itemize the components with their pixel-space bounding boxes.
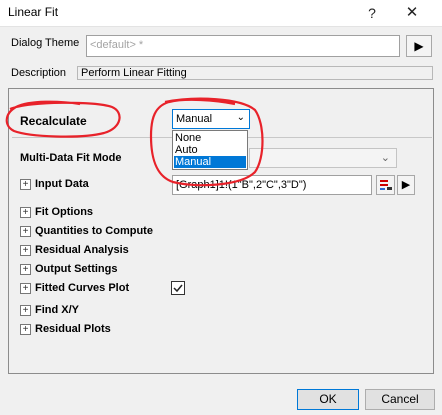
section-fitted-curves-plot[interactable]: + Fitted Curves Plot <box>20 282 170 296</box>
select-range-button[interactable] <box>376 175 395 195</box>
recalculate-select[interactable]: Manual ⌄ <box>172 109 250 129</box>
input-data-label: Input Data <box>35 178 89 190</box>
ok-button[interactable]: OK <box>297 389 359 410</box>
expand-plus-icon[interactable]: + <box>20 283 31 294</box>
help-button[interactable]: ? <box>358 2 386 24</box>
description-label: Description <box>11 67 67 79</box>
expand-plus-icon[interactable]: + <box>20 179 31 190</box>
dialog-theme-combo[interactable]: <default> * <box>86 35 400 57</box>
window-title: Linear Fit <box>8 5 59 19</box>
section-label: Fitted Curves Plot <box>35 282 130 294</box>
expand-plus-icon[interactable]: + <box>20 245 31 256</box>
section-residual-analysis[interactable]: + Residual Analysis <box>20 244 160 258</box>
section-label: Find X/Y <box>35 304 79 316</box>
fitted-curves-plot-checkbox[interactable] <box>171 281 185 295</box>
theme-menu-button[interactable]: ▶ <box>406 35 432 57</box>
multi-data-fit-mode-select[interactable]: ⌄ <box>249 148 397 168</box>
expand-plus-icon[interactable]: + <box>20 226 31 237</box>
play-arrow-icon: ▶ <box>414 39 424 53</box>
section-label: Residual Plots <box>35 323 111 335</box>
dialog-theme-label: Dialog Theme <box>11 37 80 49</box>
dialog-theme-value: <default> * <box>90 39 144 51</box>
input-data-row[interactable]: + Input Data <box>20 178 160 192</box>
input-data-value: [Graph1]1!(1"B",2"C",3"D") <box>176 179 307 191</box>
expand-plus-icon[interactable]: + <box>20 305 31 316</box>
title-bar: Linear Fit ? ✕ <box>0 0 442 27</box>
recalculate-label: Recalculate <box>20 114 87 128</box>
expand-plus-icon[interactable]: + <box>20 324 31 335</box>
section-label: Quantities to Compute <box>35 225 153 237</box>
section-label: Fit Options <box>35 206 94 218</box>
option-manual[interactable]: Manual <box>174 156 246 168</box>
section-label: Output Settings <box>35 263 118 275</box>
description-box: Perform Linear Fitting <box>77 66 433 80</box>
checkmark-icon <box>173 284 183 293</box>
section-find-xy[interactable]: + Find X/Y <box>20 304 160 318</box>
expand-plus-icon[interactable]: + <box>20 207 31 218</box>
input-data-menu-button[interactable]: ▶ <box>397 175 415 195</box>
input-data-field[interactable]: [Graph1]1!(1"B",2"C",3"D") <box>172 175 372 195</box>
section-fit-options[interactable]: + Fit Options <box>20 206 160 220</box>
cancel-button[interactable]: Cancel <box>365 389 435 410</box>
play-arrow-icon: ▶ <box>401 179 411 191</box>
recalculate-dropdown-list: None Auto Manual <box>172 130 248 170</box>
option-auto[interactable]: Auto <box>174 144 246 156</box>
multi-data-fit-mode-label: Multi-Data Fit Mode <box>20 152 122 164</box>
recalculate-selected: Manual <box>176 113 213 125</box>
section-label: Residual Analysis <box>35 244 129 256</box>
chevron-down-icon: ⌄ <box>380 152 390 164</box>
section-residual-plots[interactable]: + Residual Plots <box>20 323 160 337</box>
section-quantities-to-compute[interactable]: + Quantities to Compute <box>20 225 170 239</box>
section-output-settings[interactable]: + Output Settings <box>20 263 160 277</box>
range-select-icon <box>380 180 392 190</box>
description-value: Perform Linear Fitting <box>81 67 187 79</box>
chevron-down-icon: ⌄ <box>236 112 245 123</box>
expand-plus-icon[interactable]: + <box>20 264 31 275</box>
option-none[interactable]: None <box>174 132 246 144</box>
close-button[interactable]: ✕ <box>398 2 426 24</box>
